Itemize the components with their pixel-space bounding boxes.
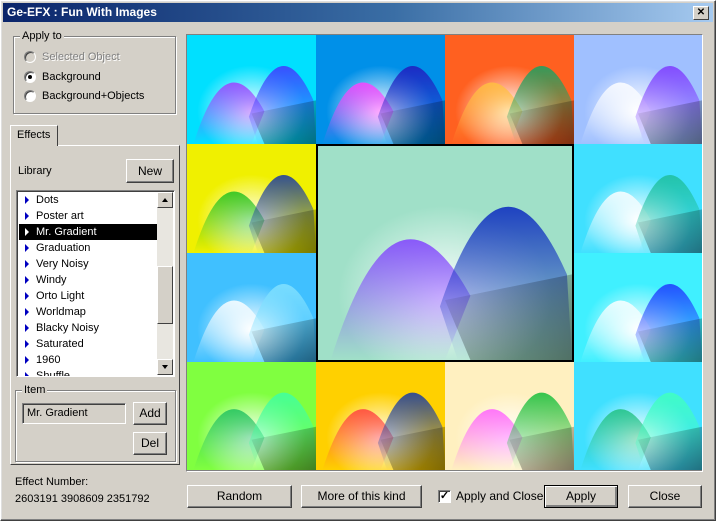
apply-and-close-label: Apply and Close (456, 489, 544, 503)
list-item[interactable]: Dots (19, 192, 159, 208)
scroll-up-icon[interactable] (157, 192, 173, 208)
list-item-label: Shuffle (36, 370, 71, 377)
triangle-bullet-icon (25, 276, 29, 284)
tab-effects[interactable]: Effects (10, 125, 58, 146)
ge-efx-window: Ge-EFX : Fun With Images ✕ Apply to Sele… (0, 0, 716, 521)
list-item[interactable]: Poster art (19, 208, 159, 224)
list-item[interactable]: Shuffle (19, 368, 159, 377)
list-item-label: Windy (36, 274, 67, 286)
close-icon[interactable]: ✕ (693, 6, 709, 20)
effect-thumbnail[interactable] (316, 35, 445, 144)
list-item-label: 1960 (36, 354, 61, 366)
effect-number-label: Effect Number: (15, 476, 89, 488)
list-item-label: Worldmap (36, 306, 86, 318)
random-button[interactable]: Random (187, 485, 292, 508)
effect-thumbnail[interactable] (187, 35, 316, 144)
effect-thumbnail[interactable] (316, 362, 445, 470)
selected-effect-preview[interactable] (316, 144, 574, 362)
title-bar: Ge-EFX : Fun With Images ✕ (3, 3, 713, 22)
library-list[interactable]: Dots Poster art Mr. Gradient Graduation Very… (16, 190, 175, 377)
triangle-bullet-icon (25, 260, 29, 268)
list-item-label: Saturated (36, 338, 84, 350)
effect-thumbnail[interactable] (187, 144, 316, 253)
effect-preview-grid (186, 34, 703, 472)
list-item[interactable]: Very Noisy (19, 256, 159, 272)
radio-background-icon[interactable] (24, 71, 36, 83)
library-items: Dots Poster art Mr. Gradient Graduation Very… (19, 192, 159, 377)
triangle-bullet-icon (25, 372, 29, 376)
effect-number-value: 2603191 3908609 2351792 (15, 493, 150, 505)
apply-to-label: Apply to (20, 30, 64, 42)
triangle-bullet-icon (25, 212, 29, 220)
item-name-field[interactable]: Mr. Gradient (22, 403, 126, 424)
list-item[interactable]: Blacky Noisy (19, 320, 159, 336)
list-item-label: Orto Light (36, 290, 85, 302)
radio-background[interactable]: Background (24, 69, 101, 85)
library-scrollbar[interactable] (157, 192, 173, 375)
radio-background-objects[interactable]: Background+Objects (24, 88, 144, 104)
close-button[interactable]: Close (628, 485, 702, 508)
item-label: Item (22, 384, 48, 396)
list-item[interactable]: Mr. Gradient (19, 224, 159, 240)
del-button[interactable]: Del (133, 432, 167, 455)
effect-thumbnail[interactable] (574, 35, 702, 144)
list-item-label: Graduation (36, 242, 91, 254)
effect-thumbnail[interactable] (574, 253, 702, 362)
triangle-bullet-icon (25, 196, 29, 204)
list-item[interactable]: Saturated (19, 336, 159, 352)
new-button[interactable]: New (126, 159, 174, 183)
library-label: Library (18, 165, 52, 177)
apply-button[interactable]: Apply (544, 485, 618, 508)
triangle-bullet-icon (25, 228, 29, 236)
list-item[interactable]: Orto Light (19, 288, 159, 304)
radio-background-objects-label: Background+Objects (42, 90, 145, 102)
effect-thumbnail[interactable] (445, 35, 574, 144)
radio-background-objects-icon[interactable] (24, 90, 36, 102)
list-item[interactable]: 1960 (19, 352, 159, 368)
list-item-label: Poster art (36, 210, 84, 222)
list-item[interactable]: Windy (19, 272, 159, 288)
more-of-this-kind-button[interactable]: More of this kind (301, 485, 422, 508)
effect-thumbnail[interactable] (574, 362, 702, 470)
list-item-label: Blacky Noisy (36, 322, 99, 334)
apply-and-close-checkbox[interactable]: ✓ (438, 490, 451, 503)
triangle-bullet-icon (25, 244, 29, 252)
window-title: Ge-EFX : Fun With Images (7, 5, 157, 19)
list-item-label: Very Noisy (36, 258, 89, 270)
effect-thumbnail[interactable] (574, 144, 702, 253)
add-button[interactable]: Add (133, 402, 167, 425)
effect-thumbnail[interactable] (187, 253, 316, 362)
list-item-label: Dots (36, 194, 59, 206)
list-item[interactable]: Worldmap (19, 304, 159, 320)
radio-selected-object[interactable]: Selected Object (24, 49, 120, 65)
scroll-down-icon[interactable] (157, 359, 173, 375)
list-item[interactable]: Graduation (19, 240, 159, 256)
list-item-label: Mr. Gradient (36, 226, 97, 238)
radio-background-label: Background (42, 71, 101, 83)
triangle-bullet-icon (25, 292, 29, 300)
effect-thumbnail[interactable] (445, 362, 574, 470)
triangle-bullet-icon (25, 356, 29, 364)
triangle-bullet-icon (25, 340, 29, 348)
apply-to-group: Apply to Selected Object Background Back… (13, 30, 176, 114)
triangle-bullet-icon (25, 308, 29, 316)
radio-selected-object-icon[interactable] (24, 51, 36, 63)
scroll-thumb[interactable] (157, 266, 173, 324)
triangle-bullet-icon (25, 324, 29, 332)
effect-thumbnail[interactable] (187, 362, 316, 470)
radio-selected-object-label: Selected Object (42, 51, 120, 63)
